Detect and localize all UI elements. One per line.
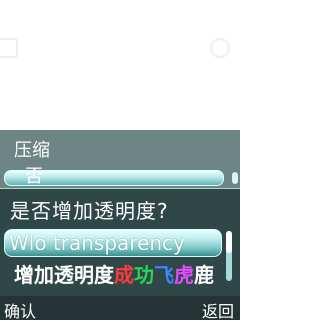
back-softkey[interactable]: 返回 [202,298,234,322]
option-increase-transparency[interactable]: 增加透明度成功飞虎鹿 [14,259,214,287]
softkey-bar: 确认 返回 [0,296,240,322]
app-icon-left[interactable] [0,38,18,58]
menu-item-no-label: 否 [25,166,43,187]
option-increase-transparency-label: 增加透明度 [14,263,114,287]
menu-item-compress: 压缩 [14,140,50,161]
home-screen-area [0,0,240,130]
watermark-char-1: 成 [114,263,134,287]
background-menu: 压缩 否 [0,130,240,190]
dialog-scrollbar-thumb[interactable] [226,231,232,253]
watermark-char-3: 飞 [154,263,174,287]
app-icon-right[interactable] [210,38,230,58]
background-scrollbar [232,172,238,184]
transparency-dialog: 是否增加透明度? Wlo transparency 增加透明度成功飞虎鹿 [0,188,240,297]
option-no-transparency[interactable]: Wlo transparency [4,229,222,257]
watermark-char-4: 虎 [174,263,194,287]
watermark-char-2: 功 [134,263,154,287]
watermark-char-5: 鹿 [194,263,214,287]
confirm-softkey[interactable]: 确认 [4,298,36,322]
dialog-scrollbar[interactable] [226,231,232,281]
menu-item-no: 否 [4,166,224,187]
dialog-title: 是否增加透明度? [10,199,169,223]
option-no-transparency-label: Wlo transparency [9,231,185,255]
